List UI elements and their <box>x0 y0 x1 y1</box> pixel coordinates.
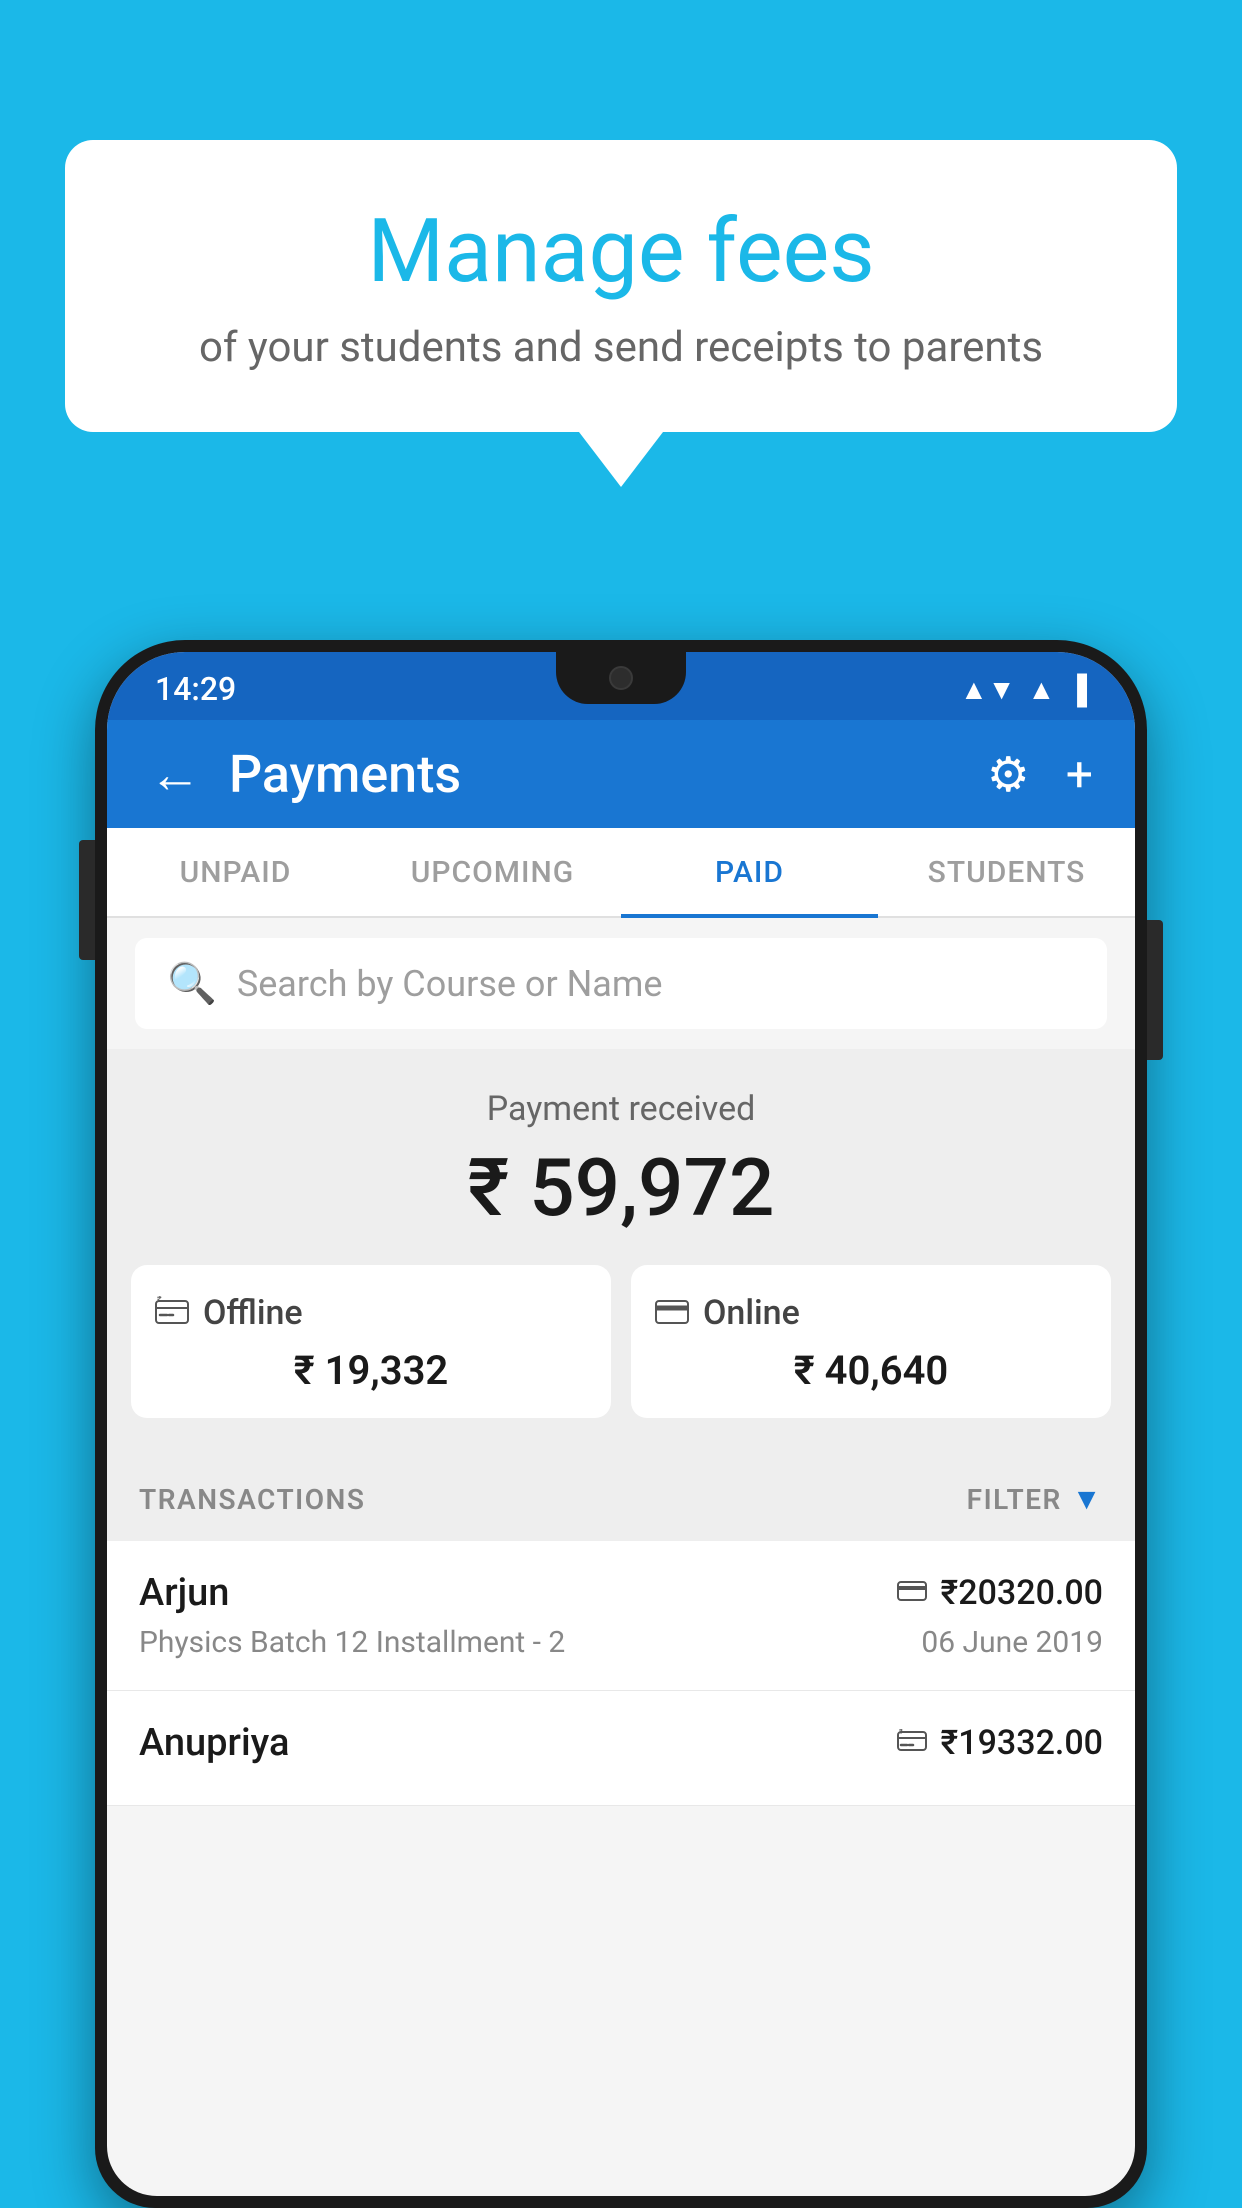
student-name: Arjun <box>139 1571 229 1615</box>
tab-bar: UNPAID UPCOMING PAID STUDENTS <box>107 828 1135 918</box>
filter-button[interactable]: FILTER ▼ <box>967 1482 1103 1517</box>
online-card-header: Online <box>655 1293 1087 1333</box>
payment-cards: ₹ Offline ₹ 19,332 <box>107 1265 1135 1428</box>
svg-text:₹: ₹ <box>899 1729 903 1736</box>
search-bar[interactable]: 🔍 Search by Course or Name <box>135 938 1107 1029</box>
app-header: ← Payments ⚙ + <box>107 720 1135 828</box>
speech-bubble-arrow <box>579 432 663 487</box>
tab-upcoming[interactable]: UPCOMING <box>364 828 621 916</box>
offline-amount: ₹ 19,332 <box>155 1347 587 1394</box>
student-name: Anupriya <box>139 1721 289 1765</box>
amount-container: ₹ ₹19332.00 <box>897 1723 1103 1763</box>
transaction-amount: ₹20320.00 <box>941 1573 1103 1613</box>
header-action-icons: ⚙ + <box>987 746 1093 803</box>
course-name: Physics Batch 12 Installment - 2 <box>139 1625 565 1660</box>
header-title: Payments <box>229 744 987 805</box>
phone-screen: 14:29 ▲▼ ▲ ▐ ← Payments ⚙ + UNPAID <box>107 652 1135 2196</box>
filter-label: FILTER <box>967 1483 1062 1516</box>
phone-outer: 14:29 ▲▼ ▲ ▐ ← Payments ⚙ + UNPAID <box>95 640 1147 2208</box>
svg-text:₹: ₹ <box>157 1296 162 1305</box>
online-label: Online <box>703 1293 800 1333</box>
speech-bubble-title: Manage fees <box>135 200 1107 303</box>
online-amount: ₹ 40,640 <box>655 1347 1087 1394</box>
tab-unpaid[interactable]: UNPAID <box>107 828 364 916</box>
search-icon: 🔍 <box>167 960 217 1007</box>
transaction-bottom-row: Physics Batch 12 Installment - 2 06 June… <box>139 1625 1103 1660</box>
phone-notch <box>556 652 686 704</box>
offline-label: Offline <box>203 1293 303 1333</box>
table-row[interactable]: Anupriya ₹ ₹193 <box>107 1691 1135 1806</box>
payment-received-section: Payment received ₹ 59,972 <box>107 1049 1135 1458</box>
filter-icon: ▼ <box>1072 1482 1103 1517</box>
speech-bubble: Manage fees of your students and send re… <box>65 140 1177 432</box>
speech-bubble-subtitle: of your students and send receipts to pa… <box>135 323 1107 372</box>
battery-icon: ▐ <box>1067 673 1087 706</box>
search-container: 🔍 Search by Course or Name <box>107 918 1135 1049</box>
offline-card-header: ₹ Offline <box>155 1293 587 1333</box>
payment-received-label: Payment received <box>107 1089 1135 1129</box>
transaction-list: Arjun ₹20320.00 Physics <box>107 1541 1135 1806</box>
amount-container: ₹20320.00 <box>897 1573 1103 1613</box>
transaction-top-row: Anupriya ₹ ₹193 <box>139 1721 1103 1765</box>
settings-icon[interactable]: ⚙ <box>987 746 1030 803</box>
search-input[interactable]: Search by Course or Name <box>237 963 663 1005</box>
wifi-icon: ▲▼ <box>960 673 1015 706</box>
transactions-header: TRANSACTIONS FILTER ▼ <box>107 1458 1135 1541</box>
offline-payment-type-icon: ₹ <box>897 1726 927 1761</box>
transactions-label: TRANSACTIONS <box>139 1483 365 1516</box>
table-row[interactable]: Arjun ₹20320.00 Physics <box>107 1541 1135 1691</box>
transaction-amount: ₹19332.00 <box>941 1723 1103 1763</box>
offline-payment-icon: ₹ <box>155 1293 189 1333</box>
tab-paid[interactable]: PAID <box>621 828 878 916</box>
back-button[interactable]: ← <box>149 744 201 805</box>
speech-bubble-container: Manage fees of your students and send re… <box>65 140 1177 487</box>
tab-students[interactable]: STUDENTS <box>878 828 1135 916</box>
add-icon[interactable]: + <box>1066 746 1093 803</box>
online-payment-icon <box>655 1293 689 1333</box>
transaction-top-row: Arjun ₹20320.00 <box>139 1571 1103 1615</box>
front-camera <box>609 666 633 690</box>
payment-total-amount: ₹ 59,972 <box>107 1141 1135 1235</box>
status-icons: ▲▼ ▲ ▐ <box>960 673 1087 706</box>
online-payment-card: Online ₹ 40,640 <box>631 1265 1111 1418</box>
signal-icon: ▲ <box>1027 673 1055 706</box>
offline-payment-card: ₹ Offline ₹ 19,332 <box>131 1265 611 1418</box>
online-payment-type-icon <box>897 1576 927 1611</box>
status-time: 14:29 <box>155 670 236 708</box>
transaction-date: 06 June 2019 <box>921 1625 1103 1660</box>
phone-container: 14:29 ▲▼ ▲ ▐ ← Payments ⚙ + UNPAID <box>95 640 1147 2208</box>
